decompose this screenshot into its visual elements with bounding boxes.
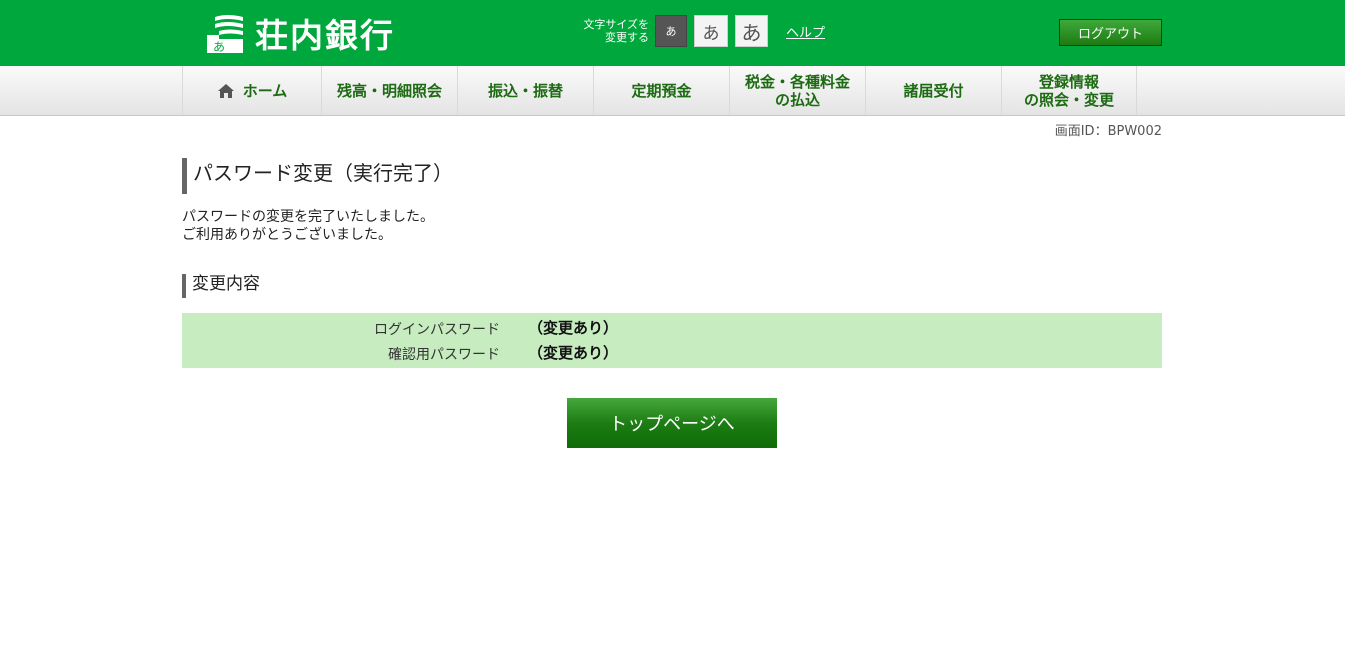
svg-text:あ: あ [213,40,225,53]
home-icon [217,83,234,98]
font-size-label-line2: 変更する [605,31,649,44]
nav-item-notification-label: 諸届受付 [903,81,964,100]
font-size-medium-button[interactable]: あ [694,15,728,47]
detail-value: （変更あり） [528,319,619,337]
nav-item-home-label: ホーム [242,81,288,100]
nav-item-transfer[interactable]: 振込・振替 [457,66,593,115]
logout-button[interactable]: ログアウト [1059,19,1162,46]
nav-item-deposit[interactable]: 定期預金 [593,66,729,115]
nav-item-notification[interactable]: 諸届受付 [865,66,1001,115]
completion-message-line2: ご利用ありがとうございました。 [182,227,392,243]
screen-id: 画面ID：BPW002 [1054,124,1162,139]
nav-item-registration-label-line2: の照会・変更 [1023,90,1114,109]
bank-logo[interactable]: あ 荘内銀行 [205,12,395,55]
nav-item-home[interactable]: ホーム [182,66,321,115]
bank-name: 荘内銀行 [255,16,395,55]
nav-item-balance[interactable]: 残高・明細照会 [321,66,457,115]
completion-message: パスワードの変更を完了いたしました。 ご利用ありがとうございました。 [182,208,434,244]
nav-item-balance-label: 残高・明細照会 [336,81,442,100]
nav-item-tax-label-line2: の払込 [774,90,820,109]
font-size-label: 文字サイズを 変更する [575,18,649,44]
detail-label: ログインパスワード [374,322,500,338]
section-title: 変更内容 [182,274,260,298]
header-bar: あ 荘内銀行 文字サイズを 変更する あ あ あ ヘルプ ログアウト [0,0,1345,66]
nav-item-deposit-label: 定期預金 [631,81,692,100]
font-size-large-button[interactable]: あ [735,15,768,47]
top-page-button[interactable]: トップページへ [567,398,777,448]
help-link[interactable]: ヘルプ [786,22,825,41]
main-nav: ホーム 残高・明細照会 振込・振替 定期預金 税金・各種料金 の払込 諸届受付 … [0,66,1345,116]
nav-item-transfer-label: 振込・振替 [487,81,563,100]
detail-row-login-password: ログインパスワード （変更あり） [182,315,1162,339]
nav-item-tax-label-line1: 税金・各種料金 [744,72,850,91]
nav-item-tax[interactable]: 税金・各種料金 の払込 [729,66,865,115]
detail-value: （変更あり） [528,344,619,362]
font-size-label-line1: 文字サイズを [583,18,649,31]
page-title: パスワード変更（実行完了） [182,158,453,194]
change-details-table: ログインパスワード （変更あり） 確認用パスワード （変更あり） [182,313,1162,368]
nav-item-registration-label-line1: 登録情報 [1038,72,1099,91]
font-size-small-button[interactable]: あ [655,15,687,47]
nav-item-registration[interactable]: 登録情報 の照会・変更 [1001,66,1137,115]
detail-label: 確認用パスワード [388,347,500,363]
completion-message-line1: パスワードの変更を完了いたしました。 [182,209,434,225]
detail-row-confirm-password: 確認用パスワード （変更あり） [182,340,1162,364]
bank-logo-icon: あ [205,13,245,54]
